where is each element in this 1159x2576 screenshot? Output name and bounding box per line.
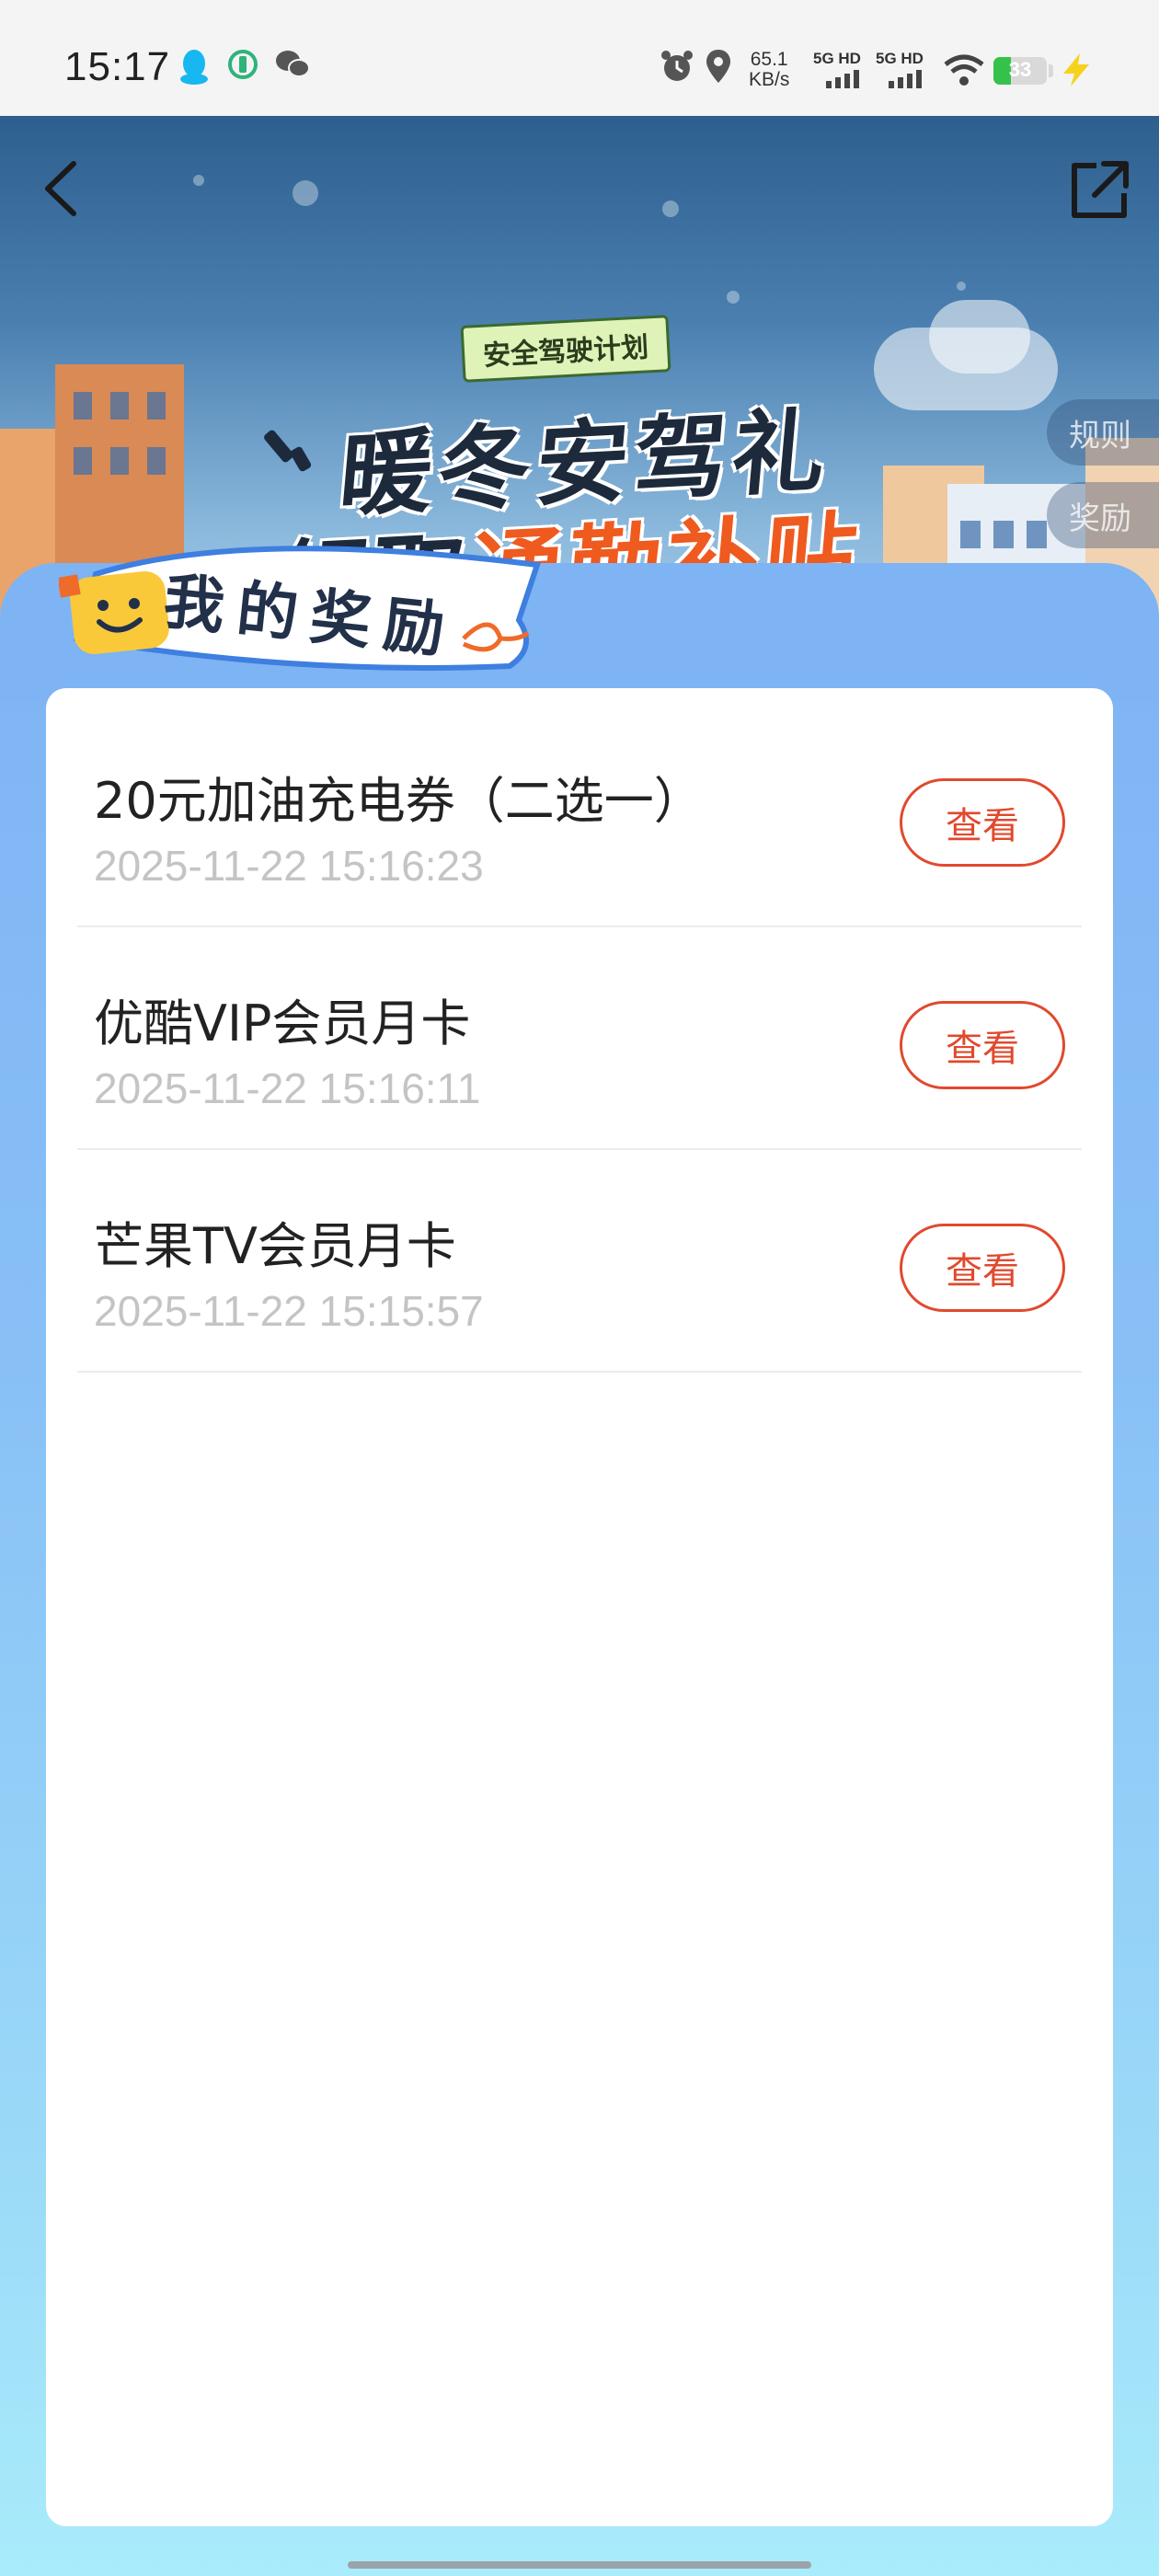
- status-bar: 15:17 65.1 KB/s 5G HD 5G HD 33: [0, 0, 1159, 116]
- reward-name: 20元加油充电券（二选一）: [94, 772, 704, 830]
- battery-indicator: 33: [993, 57, 1047, 85]
- home-indicator[interactable]: [348, 2561, 811, 2569]
- star-decoration: [662, 201, 679, 217]
- view-reward-button[interactable]: 查看: [900, 1001, 1065, 1089]
- rules-button[interactable]: 规则: [1047, 399, 1159, 466]
- battery-percent: 33: [1008, 58, 1032, 81]
- network-speed-value: 65.1: [750, 49, 788, 70]
- reward-item: 芒果TV会员月卡 2025-11-22 15:15:57 查看: [77, 1150, 1082, 1373]
- share-external-icon[interactable]: [1067, 158, 1131, 223]
- charging-icon: [1063, 53, 1089, 86]
- battery-cap: [1049, 64, 1053, 77]
- qq-icon: [180, 50, 208, 85]
- signal-icon-2: [889, 70, 922, 88]
- reward-date: 2025-11-22 15:16:23: [94, 842, 484, 890]
- status-time: 15:17: [64, 44, 171, 89]
- wechat-icon: [276, 51, 310, 77]
- app-icon: [228, 50, 258, 79]
- star-decoration: [727, 291, 740, 304]
- cloud-decoration: [929, 300, 1030, 374]
- hero-tag: 安全驾驶计划: [460, 315, 671, 383]
- location-icon: [706, 50, 730, 83]
- star-decoration: [193, 175, 204, 186]
- chevron-left-icon[interactable]: [37, 156, 92, 221]
- view-reward-button[interactable]: 查看: [900, 1224, 1065, 1312]
- rewards-button[interactable]: 奖励: [1047, 482, 1159, 548]
- star-decoration: [293, 180, 318, 206]
- reward-item: 20元加油充电券（二选一） 2025-11-22 15:16:23 查看: [77, 705, 1082, 927]
- sim1-label: 5G HD: [813, 50, 861, 67]
- title-accent-mark: [262, 428, 295, 465]
- view-reward-button[interactable]: 查看: [900, 778, 1065, 867]
- sim2-label: 5G HD: [876, 50, 924, 67]
- alarm-icon: [661, 51, 693, 81]
- network-speed-unit: KB/s: [749, 69, 790, 90]
- title-accent-mark: [289, 445, 313, 473]
- reward-name: 优酷VIP会员月卡: [94, 995, 471, 1052]
- signal-icon: [826, 70, 859, 88]
- wifi-icon: [944, 54, 984, 86]
- network-speed: 65.1 KB/s: [749, 50, 789, 90]
- reward-date: 2025-11-22 15:16:11: [94, 1064, 481, 1112]
- star-decoration: [957, 282, 966, 291]
- reward-item: 优酷VIP会员月卡 2025-11-22 15:16:11 查看: [77, 927, 1082, 1150]
- reward-name: 芒果TV会员月卡: [94, 1217, 456, 1275]
- reward-date: 2025-11-22 15:15:57: [94, 1287, 484, 1335]
